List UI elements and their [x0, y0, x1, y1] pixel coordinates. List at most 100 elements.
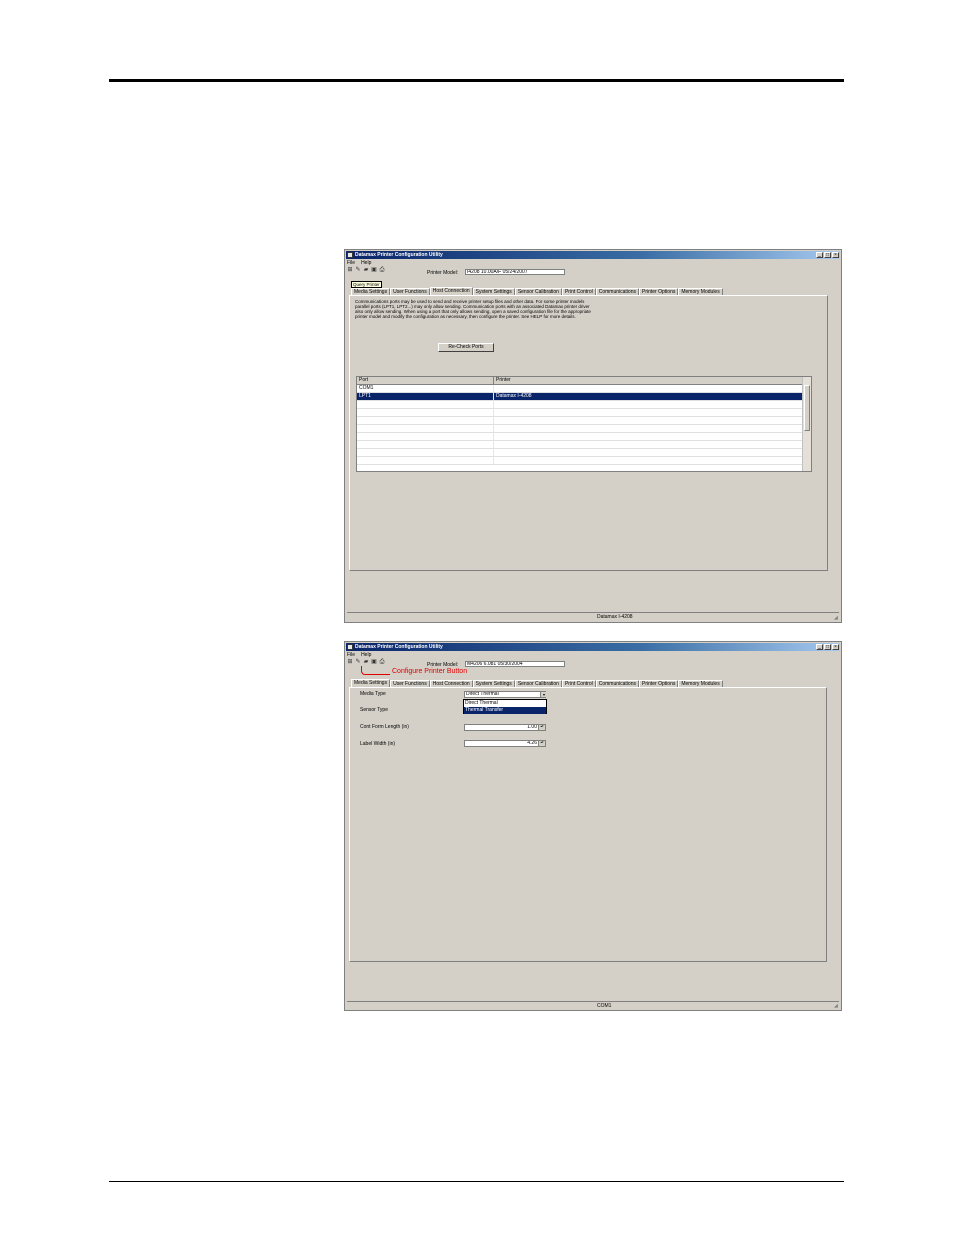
resize-grip-icon[interactable]: ◢: [834, 615, 840, 621]
media-type-label: Media Type: [360, 691, 386, 697]
tab-sensor-calibration[interactable]: Sensor Calibration: [514, 288, 562, 295]
tab-memory-modules[interactable]: Memory Modules: [678, 680, 723, 687]
tab-media-settings[interactable]: Media Settings: [351, 288, 391, 295]
empty-row: [357, 409, 803, 417]
save-icon[interactable]: ▣: [371, 659, 377, 665]
printer-model-field: I4208 10.00A/F 05/24/2007: [465, 269, 565, 275]
tab-communications[interactable]: Communications: [595, 680, 639, 687]
tab-user-functions[interactable]: User Functions: [390, 680, 430, 687]
page-bottom-rule: [109, 1181, 844, 1182]
app-icon: [347, 252, 353, 258]
configure-printer-icon[interactable]: ✎: [355, 267, 361, 273]
tab-communications[interactable]: Communications: [595, 288, 639, 295]
printer-cell: [494, 385, 803, 392]
tab-print-control[interactable]: Print Control: [561, 288, 596, 295]
column-header-printer[interactable]: Printer: [494, 377, 803, 384]
open-folder-icon[interactable]: ▰: [363, 659, 369, 665]
query-printer-icon[interactable]: ⊞: [347, 659, 353, 665]
empty-row: [357, 441, 803, 449]
tab-user-functions[interactable]: User Functions: [390, 288, 430, 295]
tab-printer-options[interactable]: Printer Options: [639, 288, 679, 295]
callout-pointer-line: [361, 666, 390, 675]
ports-table: Port Printer COM1 LPT1 Datamax I-4208: [356, 376, 812, 472]
cont-form-length-field[interactable]: 1.00 ▴▾: [464, 724, 546, 731]
printer-model-field: M4206 6.081 05/30/2004: [465, 661, 565, 667]
tab-media-settings[interactable]: Media Settings: [351, 679, 391, 687]
app-icon: [347, 644, 353, 650]
menu-bar: File Help: [347, 260, 371, 266]
configure-printer-icon[interactable]: ✎: [355, 659, 361, 665]
menu-file[interactable]: File: [347, 260, 355, 266]
port-cell: LPT1: [357, 393, 494, 400]
cont-form-length-value: 1.00: [527, 724, 537, 730]
ports-table-scrollbar[interactable]: [802, 377, 811, 471]
config-utility-window-media-settings: Datamax Printer Configuration Utility _ …: [344, 641, 842, 1011]
resize-grip-icon[interactable]: ◢: [834, 1003, 840, 1009]
tab-host-connection[interactable]: Host Connection: [429, 680, 473, 687]
recheck-ports-button[interactable]: Re-Check Ports: [438, 343, 494, 352]
title-bar[interactable]: Datamax Printer Configuration Utility _ …: [346, 251, 840, 259]
dropdown-option-thermal-transfer[interactable]: Thermal Transfer: [464, 707, 546, 714]
sensor-type-label: Sensor Type: [360, 707, 388, 713]
media-type-dropdown: Direct Thermal Thermal Transfer: [463, 699, 547, 714]
status-bar: COM1: [347, 1001, 839, 1010]
menu-file[interactable]: File: [347, 652, 355, 658]
toolbar: ⊞ ✎ ▰ ▣ ⎙: [347, 267, 385, 273]
menu-help[interactable]: Help: [361, 652, 371, 658]
print-icon[interactable]: ⎙: [379, 659, 385, 665]
query-printer-icon[interactable]: ⊞: [347, 267, 353, 273]
tab-memory-modules[interactable]: Memory Modules: [678, 288, 723, 295]
status-bar: Datamax I-4208: [347, 612, 839, 621]
empty-row: [357, 457, 803, 465]
host-connection-description: Communications ports may be used to send…: [355, 299, 591, 319]
status-text: COM1: [597, 1003, 612, 1009]
window-title: Datamax Printer Configuration Utility: [355, 644, 443, 650]
config-utility-window-host-connection: Datamax Printer Configuration Utility _ …: [344, 249, 842, 623]
spinner-arrows-icon[interactable]: ▴▾: [538, 741, 545, 746]
empty-row: [357, 433, 803, 441]
page-top-rule: [109, 79, 844, 82]
minimize-button[interactable]: _: [816, 252, 823, 258]
tab-print-control[interactable]: Print Control: [561, 680, 596, 687]
empty-row: [357, 417, 803, 425]
menu-bar: File Help: [347, 652, 371, 658]
minimize-button[interactable]: _: [816, 644, 823, 650]
scrollbar-thumb[interactable]: [804, 385, 810, 431]
window-title: Datamax Printer Configuration Utility: [355, 252, 443, 258]
column-header-port[interactable]: Port: [357, 377, 494, 384]
empty-row: [357, 425, 803, 433]
maximize-button[interactable]: □: [824, 644, 831, 650]
save-icon[interactable]: ▣: [371, 267, 377, 273]
empty-row: [357, 401, 803, 409]
media-type-select[interactable]: Direct Thermal: [464, 691, 546, 698]
close-button[interactable]: ×: [832, 644, 839, 650]
tab-system-settings[interactable]: System Settings: [472, 680, 515, 687]
maximize-button[interactable]: □: [824, 252, 831, 258]
table-row[interactable]: COM1: [357, 385, 803, 393]
close-button[interactable]: ×: [832, 252, 839, 258]
label-width-value: 4.26: [527, 740, 537, 746]
tab-sensor-calibration[interactable]: Sensor Calibration: [514, 680, 562, 687]
print-icon[interactable]: ⎙: [379, 267, 385, 273]
status-text: Datamax I-4208: [597, 614, 633, 620]
chevron-down-icon[interactable]: ▾: [540, 692, 547, 697]
label-width-field[interactable]: 4.26 ▴▾: [464, 740, 546, 747]
host-connection-panel: Communications ports may be used to send…: [349, 295, 828, 571]
toolbar: ⊞ ✎ ▰ ▣ ⎙: [347, 659, 385, 665]
media-settings-panel: Media Type Direct Thermal ▾ Direct Therm…: [349, 687, 827, 962]
spinner-arrows-icon[interactable]: ▴▾: [538, 725, 545, 730]
menu-help[interactable]: Help: [361, 260, 371, 266]
cont-form-length-label: Cont Form Length (in): [360, 724, 409, 730]
tab-host-connection[interactable]: Host Connection: [429, 287, 473, 295]
configure-printer-callout: Configure Printer Button: [392, 668, 468, 675]
table-row-selected[interactable]: LPT1 Datamax I-4208: [357, 393, 803, 401]
open-folder-icon[interactable]: ▰: [363, 267, 369, 273]
query-printer-tooltip: Query Printer: [351, 281, 382, 288]
printer-model-label: Printer Model:: [427, 270, 459, 276]
dropdown-option-direct-thermal[interactable]: Direct Thermal: [464, 700, 546, 707]
empty-row: [357, 449, 803, 457]
tab-system-settings[interactable]: System Settings: [472, 288, 515, 295]
label-width-label: Label Width (in): [360, 741, 396, 747]
title-bar[interactable]: Datamax Printer Configuration Utility _ …: [346, 643, 840, 651]
tab-printer-options[interactable]: Printer Options: [639, 680, 679, 687]
